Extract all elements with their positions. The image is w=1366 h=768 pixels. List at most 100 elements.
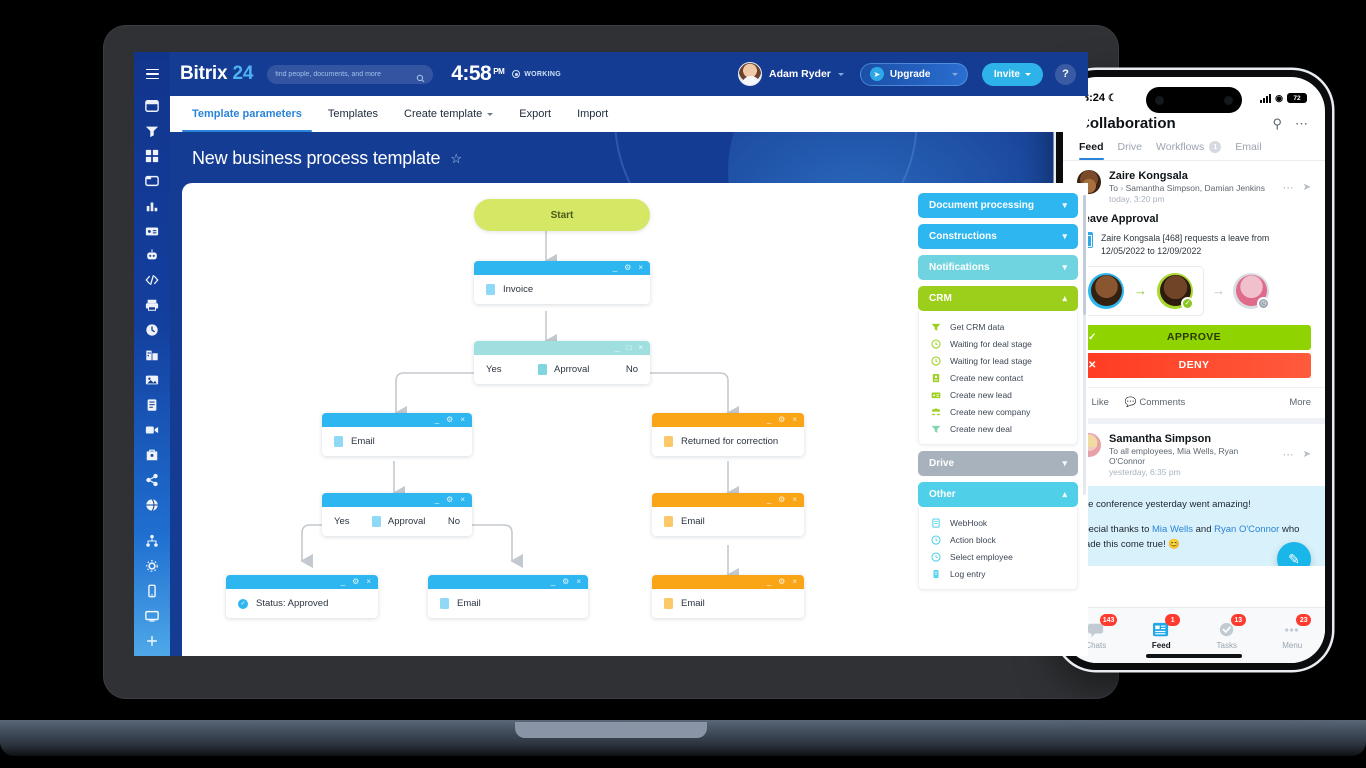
- panel-group-crm[interactable]: CRM ▴ Get CRM data Waiting for deal stag…: [918, 286, 1078, 445]
- mobile-icon[interactable]: [140, 581, 164, 601]
- share-icon[interactable]: [140, 470, 164, 490]
- gear-icon[interactable]: [140, 556, 164, 576]
- document-icon[interactable]: [140, 395, 164, 415]
- minimize-icon[interactable]: _: [551, 578, 555, 586]
- tab-create-template[interactable]: Create template: [404, 96, 494, 132]
- invite-chevron-down-icon[interactable]: [1025, 72, 1031, 76]
- close-icon[interactable]: ×: [638, 344, 643, 352]
- panel-item-create-new-company[interactable]: Create new company: [919, 403, 1077, 420]
- tab-template-parameters[interactable]: Template parameters: [182, 96, 312, 132]
- minimize-icon[interactable]: _: [435, 416, 439, 424]
- video-icon[interactable]: [140, 420, 164, 440]
- panel-group-constructions[interactable]: Constructions ▾: [918, 224, 1078, 249]
- gear-icon[interactable]: ⚙: [778, 416, 785, 424]
- more-button[interactable]: More: [1289, 397, 1311, 408]
- flow-node-returned[interactable]: _ ⚙ × Returned for correction: [652, 413, 804, 456]
- pin-icon[interactable]: ➤: [1303, 449, 1311, 460]
- close-icon[interactable]: ×: [460, 416, 465, 424]
- deny-button[interactable]: ✕ DENY: [1077, 352, 1311, 378]
- upgrade-button[interactable]: ➤ Upgrade: [859, 62, 968, 86]
- printer-icon[interactable]: [140, 295, 164, 315]
- close-icon[interactable]: ×: [366, 578, 371, 586]
- chevron-up-icon[interactable]: ▴: [1062, 489, 1067, 500]
- node-header[interactable]: _ ⚙ ×: [428, 575, 588, 589]
- search-icon[interactable]: ⚲: [1272, 116, 1282, 132]
- panel-item-waiting-lead-stage[interactable]: Waiting for lead stage: [919, 352, 1077, 369]
- chevron-down-icon[interactable]: [837, 72, 844, 76]
- flow-canvas[interactable]: Start _ ⚙ × Invoice _ □ × Yes Aprroval N…: [182, 183, 912, 656]
- image-icon[interactable]: [140, 370, 164, 390]
- group-header[interactable]: Other ▴: [918, 482, 1078, 507]
- gear-icon[interactable]: ⚙: [352, 578, 359, 586]
- panel-item-select-employee[interactable]: Select employee: [919, 548, 1077, 565]
- nav-menu[interactable]: 23 Menu: [1260, 608, 1326, 663]
- gear-icon[interactable]: ⚙: [446, 416, 453, 424]
- approve-button[interactable]: ✓ APPROVE: [1077, 324, 1311, 350]
- user-menu[interactable]: Adam Ryder: [738, 62, 844, 86]
- minimize-icon[interactable]: _: [615, 344, 619, 352]
- sitemap-icon[interactable]: [140, 531, 164, 551]
- comments-button[interactable]: 💬 Comments: [1125, 397, 1185, 408]
- node-header[interactable]: _ ⚙ ×: [322, 493, 472, 507]
- gear-icon[interactable]: ⚙: [778, 578, 785, 586]
- node-header[interactable]: _ ⚙ ×: [226, 575, 378, 589]
- phone-tab-drive[interactable]: Drive: [1118, 138, 1143, 160]
- mention-mia-wells[interactable]: Mia Wells: [1152, 524, 1193, 535]
- chevron-up-icon[interactable]: ▴: [1062, 293, 1067, 304]
- briefcase-icon[interactable]: [140, 445, 164, 465]
- minimize-icon[interactable]: _: [435, 496, 439, 504]
- working-status[interactable]: WORKING: [512, 70, 561, 78]
- actions-panel[interactable]: Document processing ▾ Constructions ▾ No…: [912, 183, 1088, 656]
- more-icon[interactable]: ⋯: [1283, 181, 1294, 194]
- search-input[interactable]: find people, documents, and more: [267, 64, 434, 84]
- tab-export[interactable]: Export: [519, 96, 551, 132]
- scrollbar-thumb[interactable]: [1083, 195, 1086, 315]
- minimize-icon[interactable]: _: [767, 578, 771, 586]
- panel-icon[interactable]: [140, 96, 164, 116]
- minimize-icon[interactable]: _: [341, 578, 345, 586]
- upgrade-chevron-down-icon[interactable]: [951, 72, 958, 76]
- close-icon[interactable]: ×: [792, 578, 797, 586]
- chevron-down-icon[interactable]: ▾: [1062, 262, 1067, 273]
- node-header[interactable]: _ ⚙ ×: [474, 261, 650, 275]
- node-header[interactable]: _ ⚙ ×: [652, 493, 804, 507]
- panel-item-create-new-contact[interactable]: Create new contact: [919, 369, 1077, 386]
- phone-tab-email[interactable]: Email: [1235, 138, 1261, 160]
- flow-node-email-4[interactable]: _ ⚙ × Email: [652, 575, 804, 618]
- help-button[interactable]: ?: [1055, 63, 1076, 85]
- flow-node-start[interactable]: Start: [474, 199, 650, 231]
- chevron-down-icon[interactable]: ▾: [1062, 231, 1067, 242]
- flow-node-email-2[interactable]: _ ⚙ × Email: [652, 493, 804, 536]
- group-header[interactable]: CRM ▴: [918, 286, 1078, 311]
- panel-group-other[interactable]: Other ▴ WebHook Action block Select empl…: [918, 482, 1078, 590]
- group-header[interactable]: Notifications ▾: [918, 255, 1078, 280]
- node-header[interactable]: _ □ ×: [474, 341, 650, 355]
- left-sidebar[interactable]: [134, 52, 170, 656]
- approver-avatar-2[interactable]: ✓: [1157, 272, 1194, 310]
- panel-group-document-processing[interactable]: Document processing ▾: [918, 193, 1078, 218]
- close-icon[interactable]: ×: [792, 416, 797, 424]
- node-header[interactable]: _ ⚙ ×: [322, 413, 472, 427]
- panel-item-create-new-lead[interactable]: Create new lead: [919, 386, 1077, 403]
- robot-icon[interactable]: [140, 246, 164, 266]
- tab-import[interactable]: Import: [577, 96, 608, 132]
- tab-templates[interactable]: Templates: [328, 96, 378, 132]
- invite-button[interactable]: Invite: [981, 62, 1043, 86]
- node-header[interactable]: _ ⚙ ×: [652, 575, 804, 589]
- code-icon[interactable]: [140, 270, 164, 290]
- more-icon[interactable]: ⋯: [1295, 116, 1309, 132]
- panel-item-action-block[interactable]: Action block: [919, 531, 1077, 548]
- panel-group-notifications[interactable]: Notifications ▾: [918, 255, 1078, 280]
- panel-item-webhook[interactable]: WebHook: [919, 514, 1077, 531]
- gear-icon[interactable]: ⚙: [562, 578, 569, 586]
- approver-avatar-3[interactable]: ◷: [1233, 272, 1270, 310]
- mention-ryan-oconnor[interactable]: Ryan O'Connor: [1214, 524, 1279, 535]
- panel-item-get-crm-data[interactable]: Get CRM data: [919, 318, 1077, 335]
- minimize-icon[interactable]: _: [613, 264, 617, 272]
- window-icon[interactable]: [140, 171, 164, 191]
- chevron-down-icon[interactable]: ▾: [1062, 458, 1067, 469]
- post-author[interactable]: Zaire Kongsala: [1109, 170, 1265, 182]
- group-header[interactable]: Constructions ▾: [918, 224, 1078, 249]
- pin-icon[interactable]: ➤: [1303, 182, 1311, 193]
- panel-item-log-entry[interactable]: Log entry: [919, 565, 1077, 582]
